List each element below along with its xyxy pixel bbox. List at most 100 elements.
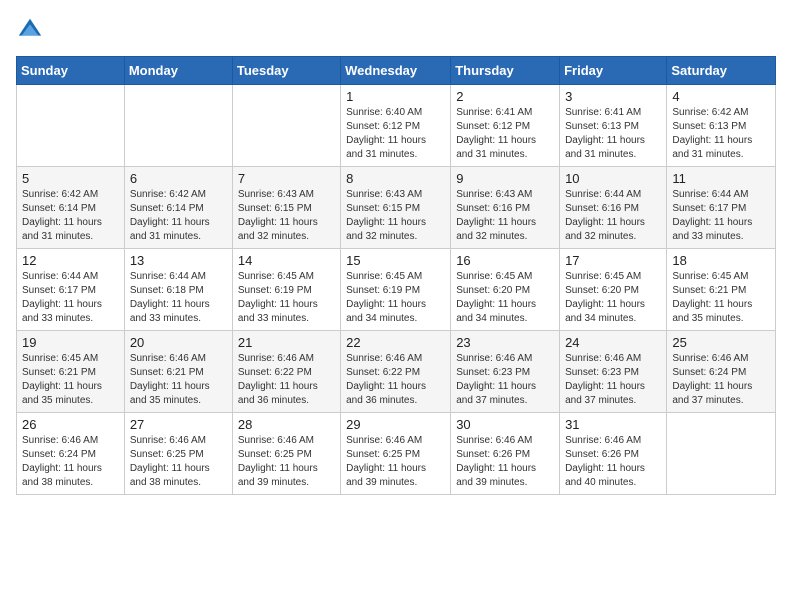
calendar-day-cell: 22Sunrise: 6:46 AM Sunset: 6:22 PM Dayli… bbox=[341, 331, 451, 413]
day-info: Sunrise: 6:46 AM Sunset: 6:25 PM Dayligh… bbox=[238, 434, 335, 490]
calendar-day-cell: 16 Sunrise: 6:45 AM Sunset: 6:20 PM Dayli… bbox=[451, 249, 560, 331]
calendar-day-cell: 9Sunrise: 6:43 AM Sunset: 6:16 PM Daylig… bbox=[451, 167, 560, 249]
day-info: Sunrise: 6:45 AM Sunset: 6:20 PM Dayligh… bbox=[456, 270, 554, 326]
day-info: Sunrise: 6:46 AM Sunset: 6:25 PM Dayligh… bbox=[346, 434, 445, 490]
calendar-empty-cell bbox=[124, 85, 232, 167]
calendar-header-saturday: Saturday bbox=[667, 57, 776, 85]
day-number: 12 bbox=[22, 253, 119, 268]
day-info: Sunrise: 6:41 AM Sunset: 6:12 PM Dayligh… bbox=[456, 106, 554, 162]
day-number: 3 bbox=[565, 89, 661, 104]
calendar-week-row: 26 Sunrise: 6:46 AM Sunset: 6:24 PM Dayli… bbox=[17, 413, 776, 495]
day-number: 31 bbox=[565, 417, 661, 432]
calendar-day-cell: 7 Sunrise: 6:43 AM Sunset: 6:15 PM Daylig… bbox=[232, 167, 340, 249]
day-info: Sunrise: 6:43 AM Sunset: 6:16 PM Dayligh… bbox=[456, 188, 554, 244]
calendar-day-cell: 26 Sunrise: 6:46 AM Sunset: 6:24 PM Dayli… bbox=[17, 413, 125, 495]
day-number: 29 bbox=[346, 417, 445, 432]
day-number: 11 bbox=[672, 171, 770, 186]
calendar-day-cell: 8Sunrise: 6:43 AM Sunset: 6:15 PM Daylig… bbox=[341, 167, 451, 249]
day-info: Sunrise: 6:44 AM Sunset: 6:18 PM Dayligh… bbox=[130, 270, 227, 326]
calendar: SundayMondayTuesdayWednesdayThursdayFrid… bbox=[16, 56, 776, 495]
day-number: 21 bbox=[238, 335, 335, 350]
calendar-week-row: 1 Sunrise: 6:40 AM Sunset: 6:12 PM Daylig… bbox=[17, 85, 776, 167]
day-number: 22 bbox=[346, 335, 445, 350]
day-number: 26 bbox=[22, 417, 119, 432]
day-info: Sunrise: 6:46 AM Sunset: 6:22 PM Dayligh… bbox=[238, 352, 335, 408]
day-number: 2 bbox=[456, 89, 554, 104]
calendar-day-cell: 12 Sunrise: 6:44 AM Sunset: 6:17 PM Dayli… bbox=[17, 249, 125, 331]
day-info: Sunrise: 6:45 AM Sunset: 6:20 PM Dayligh… bbox=[565, 270, 661, 326]
day-info: Sunrise: 6:41 AM Sunset: 6:13 PM Dayligh… bbox=[565, 106, 661, 162]
day-info: Sunrise: 6:46 AM Sunset: 6:24 PM Dayligh… bbox=[22, 434, 119, 490]
calendar-day-cell: 5 Sunrise: 6:42 AM Sunset: 6:14 PM Daylig… bbox=[17, 167, 125, 249]
day-info: Sunrise: 6:43 AM Sunset: 6:15 PM Dayligh… bbox=[238, 188, 335, 244]
calendar-empty-cell bbox=[232, 85, 340, 167]
day-number: 5 bbox=[22, 171, 119, 186]
day-info: Sunrise: 6:46 AM Sunset: 6:23 PM Dayligh… bbox=[565, 352, 661, 408]
calendar-day-cell: 27Sunrise: 6:46 AM Sunset: 6:25 PM Dayli… bbox=[124, 413, 232, 495]
calendar-header-monday: Monday bbox=[124, 57, 232, 85]
day-info: Sunrise: 6:42 AM Sunset: 6:14 PM Dayligh… bbox=[130, 188, 227, 244]
calendar-header-row: SundayMondayTuesdayWednesdayThursdayFrid… bbox=[17, 57, 776, 85]
day-info: Sunrise: 6:42 AM Sunset: 6:14 PM Dayligh… bbox=[22, 188, 119, 244]
day-info: Sunrise: 6:46 AM Sunset: 6:26 PM Dayligh… bbox=[456, 434, 554, 490]
calendar-day-cell: 14 Sunrise: 6:45 AM Sunset: 6:19 PM Dayli… bbox=[232, 249, 340, 331]
day-number: 27 bbox=[130, 417, 227, 432]
calendar-day-cell: 19 Sunrise: 6:45 AM Sunset: 6:21 PM Dayli… bbox=[17, 331, 125, 413]
day-info: Sunrise: 6:45 AM Sunset: 6:19 PM Dayligh… bbox=[346, 270, 445, 326]
day-number: 4 bbox=[672, 89, 770, 104]
day-info: Sunrise: 6:46 AM Sunset: 6:23 PM Dayligh… bbox=[456, 352, 554, 408]
calendar-empty-cell bbox=[667, 413, 776, 495]
day-number: 15 bbox=[346, 253, 445, 268]
day-info: Sunrise: 6:45 AM Sunset: 6:21 PM Dayligh… bbox=[22, 352, 119, 408]
calendar-day-cell: 13 Sunrise: 6:44 AM Sunset: 6:18 PM Dayli… bbox=[124, 249, 232, 331]
calendar-day-cell: 17 Sunrise: 6:45 AM Sunset: 6:20 PM Dayli… bbox=[560, 249, 667, 331]
calendar-day-cell: 4 Sunrise: 6:42 AM Sunset: 6:13 PM Daylig… bbox=[667, 85, 776, 167]
day-number: 1 bbox=[346, 89, 445, 104]
page-header bbox=[16, 16, 776, 44]
day-number: 7 bbox=[238, 171, 335, 186]
calendar-header-thursday: Thursday bbox=[451, 57, 560, 85]
day-info: Sunrise: 6:42 AM Sunset: 6:13 PM Dayligh… bbox=[672, 106, 770, 162]
day-info: Sunrise: 6:44 AM Sunset: 6:16 PM Dayligh… bbox=[565, 188, 661, 244]
day-number: 18 bbox=[672, 253, 770, 268]
calendar-day-cell: 3 Sunrise: 6:41 AM Sunset: 6:13 PM Daylig… bbox=[560, 85, 667, 167]
day-number: 17 bbox=[565, 253, 661, 268]
calendar-day-cell: 28 Sunrise: 6:46 AM Sunset: 6:25 PM Dayli… bbox=[232, 413, 340, 495]
calendar-day-cell: 1 Sunrise: 6:40 AM Sunset: 6:12 PM Daylig… bbox=[341, 85, 451, 167]
day-number: 16 bbox=[456, 253, 554, 268]
day-number: 13 bbox=[130, 253, 227, 268]
day-number: 14 bbox=[238, 253, 335, 268]
day-info: Sunrise: 6:45 AM Sunset: 6:19 PM Dayligh… bbox=[238, 270, 335, 326]
day-info: Sunrise: 6:43 AM Sunset: 6:15 PM Dayligh… bbox=[346, 188, 445, 244]
calendar-week-row: 19 Sunrise: 6:45 AM Sunset: 6:21 PM Dayli… bbox=[17, 331, 776, 413]
logo bbox=[16, 16, 46, 44]
calendar-header-tuesday: Tuesday bbox=[232, 57, 340, 85]
day-number: 28 bbox=[238, 417, 335, 432]
calendar-day-cell: 31 Sunrise: 6:46 AM Sunset: 6:26 PM Dayli… bbox=[560, 413, 667, 495]
day-info: Sunrise: 6:46 AM Sunset: 6:26 PM Dayligh… bbox=[565, 434, 661, 490]
calendar-week-row: 5 Sunrise: 6:42 AM Sunset: 6:14 PM Daylig… bbox=[17, 167, 776, 249]
day-info: Sunrise: 6:40 AM Sunset: 6:12 PM Dayligh… bbox=[346, 106, 445, 162]
calendar-day-cell: 2 Sunrise: 6:41 AM Sunset: 6:12 PM Daylig… bbox=[451, 85, 560, 167]
calendar-day-cell: 23 Sunrise: 6:46 AM Sunset: 6:23 PM Dayli… bbox=[451, 331, 560, 413]
calendar-day-cell: 10Sunrise: 6:44 AM Sunset: 6:16 PM Dayli… bbox=[560, 167, 667, 249]
calendar-day-cell: 18Sunrise: 6:45 AM Sunset: 6:21 PM Dayli… bbox=[667, 249, 776, 331]
day-number: 23 bbox=[456, 335, 554, 350]
calendar-day-cell: 21 Sunrise: 6:46 AM Sunset: 6:22 PM Dayli… bbox=[232, 331, 340, 413]
day-number: 20 bbox=[130, 335, 227, 350]
day-info: Sunrise: 6:46 AM Sunset: 6:24 PM Dayligh… bbox=[672, 352, 770, 408]
day-number: 19 bbox=[22, 335, 119, 350]
calendar-day-cell: 30 Sunrise: 6:46 AM Sunset: 6:26 PM Dayli… bbox=[451, 413, 560, 495]
calendar-day-cell: 6Sunrise: 6:42 AM Sunset: 6:14 PM Daylig… bbox=[124, 167, 232, 249]
calendar-header-sunday: Sunday bbox=[17, 57, 125, 85]
calendar-day-cell: 24 Sunrise: 6:46 AM Sunset: 6:23 PM Dayli… bbox=[560, 331, 667, 413]
calendar-day-cell: 29 Sunrise: 6:46 AM Sunset: 6:25 PM Dayli… bbox=[341, 413, 451, 495]
day-number: 25 bbox=[672, 335, 770, 350]
calendar-empty-cell bbox=[17, 85, 125, 167]
day-number: 24 bbox=[565, 335, 661, 350]
day-info: Sunrise: 6:44 AM Sunset: 6:17 PM Dayligh… bbox=[672, 188, 770, 244]
day-number: 30 bbox=[456, 417, 554, 432]
calendar-day-cell: 11 Sunrise: 6:44 AM Sunset: 6:17 PM Dayli… bbox=[667, 167, 776, 249]
day-info: Sunrise: 6:44 AM Sunset: 6:17 PM Dayligh… bbox=[22, 270, 119, 326]
calendar-day-cell: 15 Sunrise: 6:45 AM Sunset: 6:19 PM Dayli… bbox=[341, 249, 451, 331]
